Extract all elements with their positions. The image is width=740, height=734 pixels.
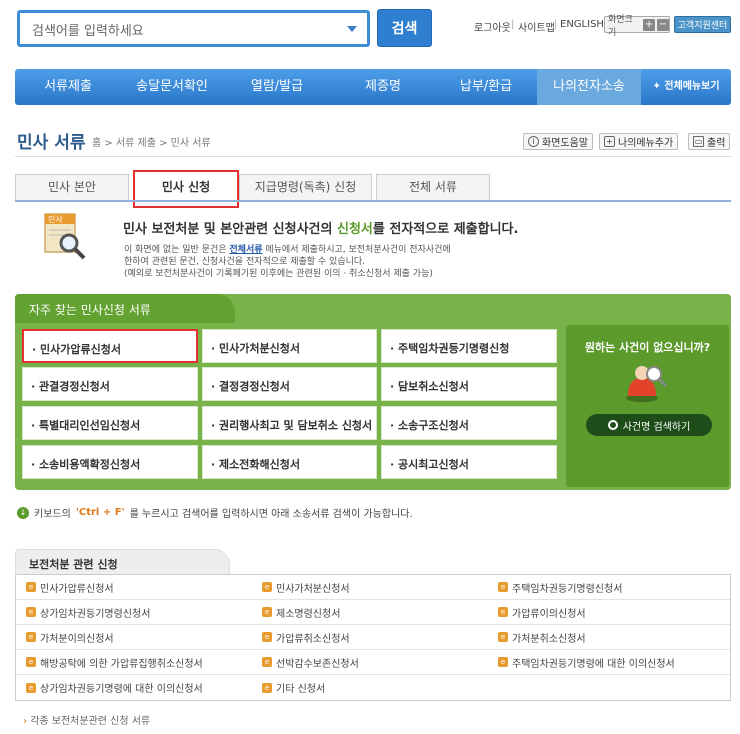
keyboard-tip: ↓ 키보드의 'Ctrl + F' 를 누르시고 검색어를 입력하시면 아래 소송… [17, 505, 413, 520]
list-item[interactable]: e 민사가압류신청서 [16, 575, 252, 600]
nav-item-payment[interactable]: 납부/환급 [435, 69, 537, 105]
document-icon: e [262, 582, 272, 592]
english-link[interactable]: ENGLISH [560, 19, 604, 30]
tab-civil-main[interactable]: 민사 본안 [15, 174, 129, 201]
frequent-item[interactable]: · 소송구조신청서 [381, 406, 557, 440]
list-item[interactable]: e 가처분취소신청서 [488, 625, 730, 650]
document-table: e 민사가압류신청서 e 민사가처분신청서 e 주택임차권등기명령신청서 e 상가임차권… [15, 574, 731, 701]
document-icon: e [498, 657, 508, 667]
bookmark-icon: + [604, 136, 615, 147]
frequent-item[interactable]: · 민사가압류신청서 [22, 329, 198, 363]
divider [15, 156, 731, 157]
list-item[interactable]: e 제소명령신청서 [252, 600, 488, 625]
intro-heading: 민사 보전처분 및 본안관련 신청사건의 신청서를 전자적으로 제출합니다. [123, 222, 519, 237]
intro-description: 이 화면에 없는 일반 문건은 전체서류 메뉴에서 제출하시고, 보전처분사건이… [124, 245, 451, 279]
main-nav: 서류제출 송달문서확인 열람/발급 제증명 납부/환급 나의전자소송 ✦ 전체메… [15, 69, 731, 105]
screen-help-button[interactable]: i 화면도움말 [523, 133, 593, 150]
font-size-control: 화면크기 + − [604, 15, 670, 38]
frequent-item[interactable]: · 담보취소신청서 [381, 367, 557, 401]
document-icon: e [498, 632, 508, 642]
print-label: 출력 [707, 138, 726, 149]
tab-civil-application[interactable]: 민사 신청 [133, 170, 239, 208]
frequent-item[interactable]: · 소송비용액확정신청서 [22, 445, 198, 479]
screen-help-label: 화면도움말 [542, 138, 588, 149]
frequent-item[interactable]: · 민사가처분신청서 [202, 329, 377, 363]
nav-item-submit[interactable]: 서류제출 [15, 69, 121, 105]
case-search-question: 원하는 사건이 없으십니까? [584, 341, 711, 354]
printer-icon: ▭ [693, 136, 704, 147]
list-item[interactable]: e 선박감수보존신청서 [252, 650, 488, 675]
nav-item-certificate[interactable]: 제증명 [331, 69, 435, 105]
document-icon: e [262, 682, 272, 693]
frequent-item[interactable]: · 제소전화해신청서 [202, 445, 377, 479]
all-menu-label: 전체메뉴보기 [664, 81, 720, 92]
document-icon: e [26, 607, 36, 617]
frequent-title: 자주 찾는 민사신청 서류 [15, 294, 235, 323]
search-input[interactable]: 검색어를 입력하세요 [17, 10, 370, 47]
add-my-menu-button[interactable]: + 나의메뉴추가 [599, 133, 679, 150]
logout-link[interactable]: 로그아웃 [474, 19, 511, 34]
tab-payment-order[interactable]: 지급명령(독촉) 신청 [239, 174, 372, 201]
arrow-down-icon: ↓ [17, 506, 29, 519]
list-item[interactable]: e 가처분이의신청서 [16, 625, 252, 650]
tab-underline [15, 200, 731, 202]
frequent-item[interactable]: · 관결경정신청서 [22, 367, 198, 401]
frequent-item[interactable]: · 특별대리인선임신청서 [22, 406, 198, 440]
info-icon: i [528, 136, 539, 147]
list-item[interactable]: e 주택임차권등기명령에 대한 이의신청서 [488, 650, 730, 675]
search-placeholder: 검색어를 입력하세요 [32, 24, 144, 39]
list-item[interactable]: e 가압류이의신청서 [488, 600, 730, 625]
font-plus-button[interactable]: + [643, 18, 656, 31]
print-button[interactable]: ▭ 출력 [688, 133, 731, 150]
nav-item-delivery[interactable]: 송달문서확인 [121, 69, 223, 105]
help-center-button[interactable]: 고객지원센터 [674, 16, 731, 33]
list-item[interactable]: e 상가임차권등기명령신청서 [16, 600, 252, 625]
list-item[interactable]: e 상가임차권등기명령에 대한 이의신청서 [16, 675, 252, 700]
document-icon: e [26, 632, 36, 642]
document-icon: e [498, 582, 508, 592]
more-link[interactable]: › 각종 보전처분관련 신청 서류 [23, 712, 150, 727]
case-search-label: 사건명 검색하기 [622, 421, 691, 433]
empty-cell [488, 675, 730, 700]
page-title: 민사 서류 [17, 133, 86, 153]
nav-item-my-lawsuit[interactable]: 나의전자소송 [537, 69, 641, 105]
search-person-icon [626, 366, 668, 402]
list-item[interactable]: e 민사가처분신청서 [252, 575, 488, 600]
document-search-icon: 민사 [44, 213, 86, 260]
tab-all-documents[interactable]: 전체 서류 [376, 174, 490, 201]
frequent-item[interactable]: · 주택임차권등기명령신청 [381, 329, 557, 363]
nav-all-menu[interactable]: ✦ 전체메뉴보기 [641, 69, 731, 105]
document-icon: e [26, 657, 36, 667]
search-button[interactable]: 검색 [377, 9, 432, 47]
chevron-right-icon: › [23, 716, 27, 727]
nav-item-view[interactable]: 열람/발급 [223, 69, 331, 105]
list-item[interactable]: e 기타 신청서 [252, 675, 488, 700]
document-icon: e [262, 657, 272, 667]
sitemap-link[interactable]: 사이트맵 [518, 19, 555, 34]
add-my-menu-label: 나의메뉴추가 [618, 138, 674, 149]
document-icon: e [26, 582, 36, 592]
frequent-item[interactable]: · 결정경정신청서 [202, 367, 377, 401]
list-item[interactable]: e 해방공탁에 의한 가압류집행취소신청서 [16, 650, 252, 675]
section-title: 보전처분 관련 신청 [15, 549, 230, 575]
frequent-item[interactable]: · 권리행사최고 및 담보취소 신청서 [202, 406, 377, 440]
case-search-button[interactable]: 사건명 검색하기 [586, 414, 712, 436]
intro-icon-label: 민사 [48, 214, 63, 224]
chevron-down-icon[interactable] [347, 26, 357, 32]
font-minus-button[interactable]: − [657, 18, 669, 31]
document-icon: e [498, 607, 508, 617]
font-size-label: 화면크기 [608, 14, 633, 38]
all-documents-link[interactable]: 전체서류 [229, 245, 262, 255]
frequent-item[interactable]: · 공시최고신청서 [381, 445, 557, 479]
search-icon [607, 420, 618, 430]
document-icon: e [262, 632, 272, 642]
list-item[interactable]: e 가압류취소신청서 [252, 625, 488, 650]
breadcrumb: 홈 > 서류 제출 > 민사 서류 [92, 138, 211, 149]
document-icon: e [262, 607, 272, 617]
document-icon: e [26, 682, 36, 693]
list-item[interactable]: e 주택임차권등기명령신청서 [488, 575, 730, 600]
